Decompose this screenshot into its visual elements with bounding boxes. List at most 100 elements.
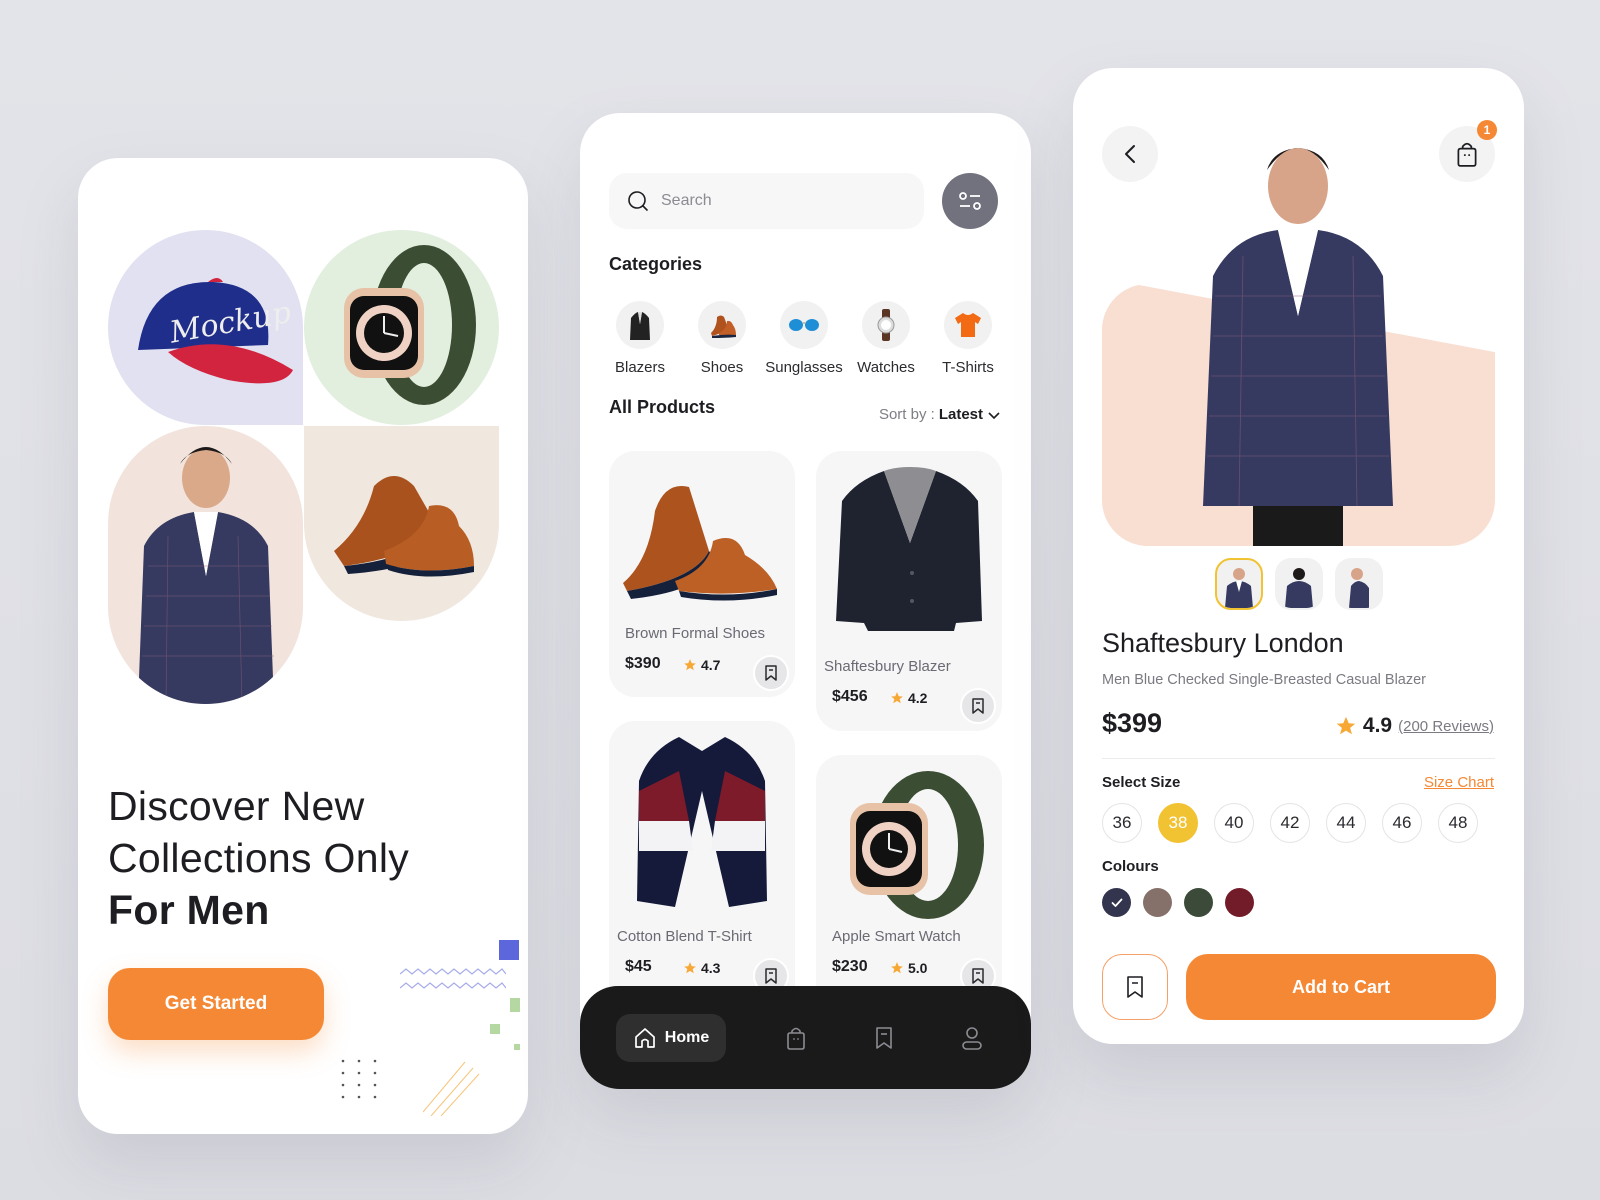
bookmark-icon bbox=[1127, 976, 1143, 998]
thumbnail-back[interactable] bbox=[1275, 558, 1323, 610]
product-card[interactable]: Brown Formal Shoes $390 4.7 bbox=[609, 451, 795, 697]
size-option[interactable]: 36 bbox=[1102, 803, 1142, 843]
size-option[interactable]: 40 bbox=[1214, 803, 1254, 843]
headline-line-2: Collections Only bbox=[108, 835, 410, 881]
decor-zigzag bbox=[400, 968, 506, 989]
tab-cart[interactable] bbox=[780, 1022, 812, 1054]
category-label: T-Shirts bbox=[942, 359, 994, 376]
colour-swatch[interactable] bbox=[1225, 888, 1254, 917]
category-watches[interactable]: Watches bbox=[850, 301, 922, 376]
star-icon bbox=[891, 692, 903, 704]
product-rating: 4.2 bbox=[890, 690, 927, 706]
thumbnail-front[interactable] bbox=[1215, 558, 1263, 610]
bookmark-icon bbox=[972, 968, 984, 984]
thumbnail-side[interactable] bbox=[1335, 558, 1383, 610]
category-label: Blazers bbox=[614, 359, 666, 376]
tab-home[interactable]: Home bbox=[616, 1014, 726, 1062]
star-icon bbox=[684, 962, 696, 974]
reviews-link[interactable]: (200 Reviews) bbox=[1398, 718, 1494, 735]
tab-home-label: Home bbox=[664, 1029, 710, 1046]
check-icon bbox=[1111, 898, 1122, 907]
product-image-watch bbox=[850, 771, 984, 919]
categories-list: Blazers Shoes Sunglasses Watches T-Shirt… bbox=[604, 301, 1004, 376]
size-chart-link[interactable]: Size Chart bbox=[1424, 774, 1494, 791]
shoe-icon bbox=[711, 315, 736, 338]
cart-count-badge: 1 bbox=[1477, 120, 1497, 140]
back-button[interactable] bbox=[1102, 126, 1158, 182]
product-card[interactable]: Shaftesbury Blazer $456 4.2 bbox=[816, 451, 1002, 731]
chevron-down-icon bbox=[988, 411, 1000, 419]
tab-bookmarks[interactable] bbox=[868, 1022, 900, 1054]
size-option[interactable]: 48 bbox=[1438, 803, 1478, 843]
category-sunglasses[interactable]: Sunglasses bbox=[765, 301, 843, 376]
product-image-shoes bbox=[623, 486, 777, 601]
size-selector: 36 38 40 42 44 46 48 bbox=[1102, 803, 1478, 843]
product-price: $230 bbox=[832, 958, 868, 975]
colours-label: Colours bbox=[1102, 858, 1159, 875]
add-to-cart-button[interactable]: Add to Cart bbox=[1186, 954, 1496, 1020]
star-icon bbox=[684, 659, 696, 671]
product-price: $456 bbox=[832, 688, 868, 705]
filter-icon bbox=[959, 192, 981, 210]
tab-profile[interactable] bbox=[956, 1022, 988, 1054]
product-name: Cotton Blend T-Shirt bbox=[617, 928, 752, 945]
category-blazers[interactable]: Blazers bbox=[604, 301, 676, 376]
cart-button[interactable]: 1 bbox=[1439, 120, 1497, 182]
smart-watch-image bbox=[304, 230, 499, 425]
search-bar[interactable] bbox=[609, 173, 924, 229]
rating-value: 4.9 bbox=[1362, 714, 1393, 737]
sort-value: Latest bbox=[938, 406, 983, 423]
category-label: Watches bbox=[857, 359, 915, 376]
product-hero-image bbox=[1203, 148, 1393, 546]
product-card[interactable]: Cotton Blend T-Shirt $45 4.3 bbox=[609, 721, 795, 1021]
blazer-icon bbox=[630, 312, 650, 340]
category-tshirts[interactable]: T-Shirts bbox=[932, 301, 1004, 376]
onboarding-screen: Mockup Discover New Collections Only For… bbox=[78, 158, 528, 1134]
size-option[interactable]: 46 bbox=[1382, 803, 1422, 843]
bookmark-button[interactable] bbox=[960, 688, 996, 724]
search-icon bbox=[628, 191, 648, 211]
select-size-label: Select Size bbox=[1102, 774, 1181, 791]
chevron-left-icon bbox=[1125, 145, 1135, 163]
headline-line-1: Discover New bbox=[108, 783, 365, 829]
rating-value: 5.0 bbox=[908, 960, 928, 976]
colour-swatch-selected[interactable] bbox=[1102, 888, 1131, 917]
bookmark-icon bbox=[765, 968, 777, 984]
sort-dropdown[interactable]: Sort by : Latest bbox=[879, 406, 1001, 423]
bookmark-icon bbox=[765, 665, 777, 681]
product-title: Shaftesbury London bbox=[1102, 628, 1344, 658]
product-image-tshirt bbox=[637, 737, 767, 907]
rating-value: 4.2 bbox=[908, 690, 928, 706]
product-detail-screen: 1 Shaftesbury London Men Blue Checked Si… bbox=[1073, 68, 1524, 1044]
product-name: Apple Smart Watch bbox=[832, 928, 961, 945]
profile-icon bbox=[962, 1027, 982, 1050]
category-shoes[interactable]: Shoes bbox=[686, 301, 758, 376]
colour-swatch[interactable] bbox=[1143, 888, 1172, 917]
product-name: Shaftesbury Blazer bbox=[824, 658, 951, 675]
sort-label: Sort by : bbox=[878, 406, 935, 423]
filter-button[interactable] bbox=[942, 173, 998, 229]
browse-screen: Categories Blazers Shoes Sunglasses Watc… bbox=[580, 113, 1031, 1089]
decor-green-square bbox=[490, 1024, 500, 1034]
bag-icon bbox=[787, 1027, 805, 1050]
categories-title: Categories bbox=[609, 254, 703, 274]
search-input[interactable] bbox=[661, 192, 881, 210]
sunglasses-icon bbox=[789, 319, 819, 331]
watch-icon bbox=[877, 309, 895, 341]
colour-swatch[interactable] bbox=[1184, 888, 1213, 917]
decor-lines bbox=[423, 1061, 480, 1116]
bookmark-button[interactable] bbox=[753, 655, 789, 691]
decor-blue-square bbox=[499, 940, 519, 960]
decor-dots bbox=[341, 1059, 377, 1099]
save-bookmark-button[interactable] bbox=[1102, 954, 1168, 1020]
product-card[interactable]: Apple Smart Watch $230 5.0 bbox=[816, 755, 1002, 1021]
product-price: $390 bbox=[625, 655, 661, 672]
size-option[interactable]: 42 bbox=[1270, 803, 1310, 843]
star-icon bbox=[891, 962, 903, 974]
bottom-tab-bar: Home bbox=[580, 986, 1031, 1089]
get-started-button[interactable]: Get Started bbox=[108, 968, 324, 1040]
size-option[interactable]: 44 bbox=[1326, 803, 1366, 843]
size-option-selected[interactable]: 38 bbox=[1158, 803, 1198, 843]
divider bbox=[1102, 758, 1495, 759]
blazer-model-image bbox=[108, 426, 303, 704]
